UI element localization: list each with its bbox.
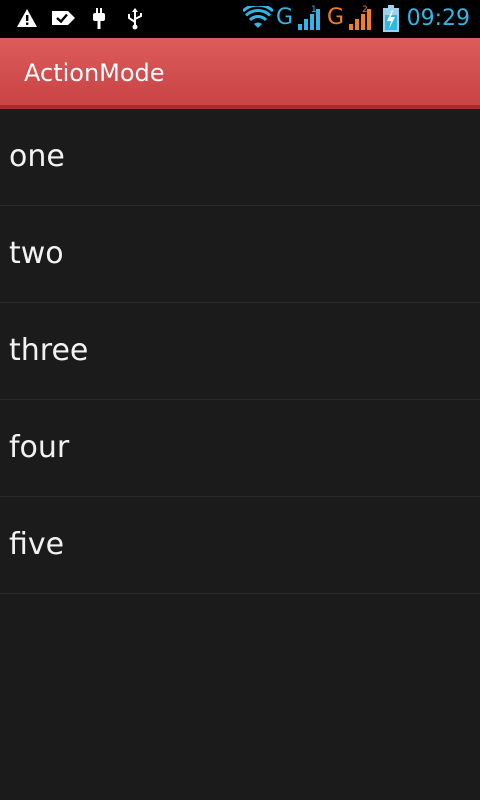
list-item[interactable]: two [0,206,480,303]
action-bar: ActionMode [0,38,480,109]
network-type-2: G [327,5,345,30]
network-type-1: G [276,5,294,30]
list-item-label: two [9,236,64,271]
list-item-label: three [9,333,89,368]
clock: 09:29 [406,6,470,31]
usb-plug-icon [92,8,106,30]
signal-icon [297,7,323,31]
list-item-label: five [9,527,65,562]
action-bar-title: ActionMode [24,59,165,87]
wifi-icon [243,6,273,30]
list-item[interactable]: three [0,303,480,400]
warning-icon [16,8,38,28]
item-list: one two three four five [0,109,480,594]
list-item-label: four [9,430,70,465]
status-bar: G 1 G 2 09:29 [0,0,480,38]
battery-charging-icon [382,5,400,33]
list-item[interactable]: one [0,109,480,206]
signal-icon [348,7,374,31]
usb-debug-icon [126,8,144,30]
list-item[interactable]: four [0,400,480,497]
list-item-label: one [9,139,65,174]
task-done-icon [50,8,76,28]
list-item[interactable]: five [0,497,480,594]
